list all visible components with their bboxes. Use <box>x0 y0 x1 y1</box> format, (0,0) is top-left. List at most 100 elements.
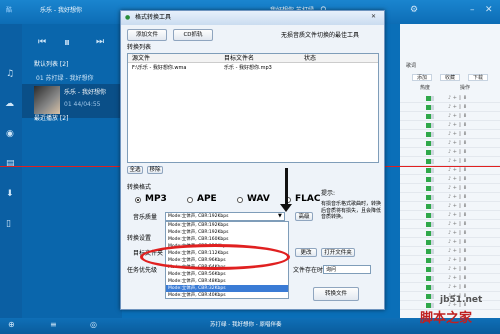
add-file-button[interactable]: 添加文件 <box>127 29 167 41</box>
signal-icon <box>426 159 434 164</box>
table-row[interactable]: ♪ + ▯ ⬇ <box>400 220 500 229</box>
row-ops-icon[interactable]: ♪ + ▯ ⬇ <box>448 230 467 236</box>
dropdown-option[interactable]: Mode:立体声, CBR:192Kbps <box>166 229 288 236</box>
table-row[interactable]: ♪ + ▯ ⬇ <box>400 112 500 121</box>
row-ops-icon[interactable]: ♪ + ▯ ⬇ <box>448 122 467 128</box>
add-icon[interactable]: ⊕ <box>8 321 15 329</box>
row-ops-icon[interactable]: ♪ + ▯ ⬇ <box>448 185 467 191</box>
collect-button[interactable]: 收藏 <box>440 74 460 81</box>
pause-icon[interactable]: ⏸ <box>64 36 70 48</box>
convert-button[interactable]: 转换文件 <box>313 287 359 301</box>
table-row[interactable]: ♪ + ▯ ⬇ <box>400 238 500 247</box>
table-row[interactable]: ♪ + ▯ ⬇ <box>400 283 500 292</box>
table-row[interactable]: ♪ + ▯ ⬇ <box>400 229 500 238</box>
next-icon[interactable]: ⏭ <box>96 38 104 47</box>
table-row[interactable]: ♪ + ▯ ⬇ <box>400 184 500 193</box>
signal-icon <box>426 105 434 110</box>
menu-icon[interactable]: ≡ <box>50 321 57 329</box>
row-ops-icon[interactable]: ♪ + ▯ ⬇ <box>448 158 467 164</box>
table-row[interactable]: ♪ + ▯ ⬇ <box>400 202 500 211</box>
row-ops-icon[interactable]: ♪ + ▯ ⬇ <box>448 275 467 281</box>
download-icon[interactable]: ⬇ <box>6 190 14 199</box>
row-ops-icon[interactable]: ♪ + ▯ ⬇ <box>448 149 467 155</box>
table-row[interactable]: ♪ + ▯ ⬇ <box>400 94 500 103</box>
row-ops-icon[interactable]: ♪ + ▯ ⬇ <box>448 239 467 245</box>
close-icon[interactable]: ✕ <box>485 6 493 15</box>
row-ops-icon[interactable]: ♪ + ▯ ⬇ <box>448 212 467 218</box>
now-playing-card[interactable]: 乐乐 - 我好想你 01 44/04:55 <box>22 84 122 118</box>
dropdown-option[interactable]: Mode:立体声, CBR:40Kbps <box>166 292 288 299</box>
row-ops-icon[interactable]: ♪ + ▯ ⬇ <box>448 221 467 227</box>
open-folder-button[interactable]: 打开文件夹 <box>321 248 355 257</box>
row-ops-icon[interactable]: ♪ + ▯ ⬇ <box>448 176 467 182</box>
locate-icon[interactable]: ◎ <box>90 321 97 329</box>
signal-icon <box>426 213 434 218</box>
row-ops-icon[interactable]: ♪ + ▯ ⬇ <box>448 104 467 110</box>
table-row[interactable]: ♪ + ▯ ⬇ <box>400 247 500 256</box>
album-art <box>34 86 60 114</box>
mp3-radio[interactable] <box>135 197 141 203</box>
prev-icon[interactable]: ⏮ <box>38 38 46 47</box>
default-list[interactable]: 默认列表 [2] <box>34 62 68 68</box>
row-ops-icon[interactable]: ♪ + ▯ ⬇ <box>448 131 467 137</box>
row-ops-icon[interactable]: ♪ + ▯ ⬇ <box>448 257 467 263</box>
table-row[interactable]: ♪ + ▯ ⬇ <box>400 103 500 112</box>
wav-radio[interactable] <box>237 197 243 203</box>
cloud-icon[interactable]: ☁ <box>5 100 14 109</box>
table-row[interactable]: ♪ + ▯ ⬇ <box>400 139 500 148</box>
row-ops-icon[interactable]: ♪ + ▯ ⬇ <box>448 113 467 119</box>
row-ops-icon[interactable]: ♪ + ▯ ⬇ <box>448 284 467 290</box>
remove-button[interactable]: 移除 <box>147 166 163 174</box>
tools-icon[interactable]: ▤ <box>6 160 15 169</box>
change-button[interactable]: 更改 <box>295 248 317 257</box>
dialog-close-icon[interactable]: ✕ <box>371 14 376 20</box>
table-row[interactable]: ♪ + ▯ ⬇ <box>400 130 500 139</box>
app-logo: 酷 <box>6 7 13 14</box>
download-button[interactable]: 下载 <box>468 74 488 81</box>
recent-list[interactable]: 最近播放 [2] <box>34 116 68 122</box>
table-row[interactable]: ♪ + ▯ ⬇ <box>400 211 500 220</box>
row-ops-icon[interactable]: ♪ + ▯ ⬇ <box>448 194 467 200</box>
minimize-icon[interactable]: – <box>470 6 475 15</box>
list-item[interactable]: 01 苏打绿 - 我好想你 <box>36 76 94 82</box>
dialog-titlebar: ● 格式转换工具 ✕ <box>121 11 384 25</box>
signal-icon <box>426 276 434 281</box>
advanced-button[interactable]: 高级 <box>295 212 313 221</box>
radio-icon[interactable]: ◉ <box>6 130 14 139</box>
row-ops-icon[interactable]: ♪ + ▯ ⬇ <box>448 203 467 209</box>
row-ops-icon[interactable]: ♪ + ▯ ⬇ <box>448 95 467 101</box>
chevron-down-icon[interactable]: ▼ <box>278 214 282 219</box>
dropdown-option[interactable]: Mode:立体声, CBR:48Kbps <box>166 278 288 285</box>
table-row[interactable]: ♪ + ▯ ⬇ <box>400 256 500 265</box>
ape-radio[interactable] <box>187 197 193 203</box>
phone-icon[interactable]: ▯ <box>6 220 11 229</box>
add-button[interactable]: 添加 <box>412 74 432 81</box>
cd-rip-button[interactable]: CD抓轨 <box>173 29 213 41</box>
settings-icon[interactable]: ⚙ <box>410 6 418 15</box>
row-ops-icon[interactable]: ♪ + ▯ ⬇ <box>448 167 467 173</box>
select-all-button[interactable]: 全选 <box>127 166 143 174</box>
row-target[interactable]: 乐乐 - 我好想你.mp3 <box>224 66 272 71</box>
table-row[interactable]: ♪ + ▯ ⬇ <box>400 148 500 157</box>
music-icon[interactable]: ♫ <box>6 70 14 79</box>
table-row[interactable]: ♪ + ▯ ⬇ <box>400 121 500 130</box>
table-row[interactable]: ♪ + ▯ ⬇ <box>400 274 500 283</box>
row-source[interactable]: F:\乐乐 - 我好想你.wma <box>132 66 186 71</box>
quality-select[interactable]: Mode:立体声, CBR:192Kbps ▼ <box>165 212 285 221</box>
dropdown-option[interactable]: Mode:立体声, CBR:192Kbps <box>166 222 288 229</box>
row-ops-icon[interactable]: ♪ + ▯ ⬇ <box>448 140 467 146</box>
table-row[interactable]: ♪ + ▯ ⬇ <box>400 175 500 184</box>
row-ops-icon[interactable]: ♪ + ▯ ⬇ <box>448 248 467 254</box>
table-row[interactable]: ♪ + ▯ ⬇ <box>400 166 500 175</box>
signal-icon <box>426 222 434 227</box>
dropdown-option[interactable]: Mode:立体声, CBR:32Kbps <box>166 285 288 292</box>
table-row[interactable]: ♪ + ▯ ⬇ <box>400 265 500 274</box>
dropdown-option[interactable]: Mode:立体声, CBR:56Kbps <box>166 271 288 278</box>
signal-icon <box>426 231 434 236</box>
convert-list[interactable]: 源文件 目标文件名 状态 F:\乐乐 - 我好想你.wma 乐乐 - 我好想你.… <box>127 53 379 163</box>
dropdown-option[interactable]: Mode:立体声, CBR:160Kbps <box>166 236 288 243</box>
row-ops-icon[interactable]: ♪ + ▯ ⬇ <box>448 266 467 272</box>
table-row[interactable]: ♪ + ▯ ⬇ <box>400 193 500 202</box>
table-row[interactable]: ♪ + ▯ ⬇ <box>400 157 500 166</box>
overwrite-select[interactable]: 询问 <box>323 265 371 274</box>
